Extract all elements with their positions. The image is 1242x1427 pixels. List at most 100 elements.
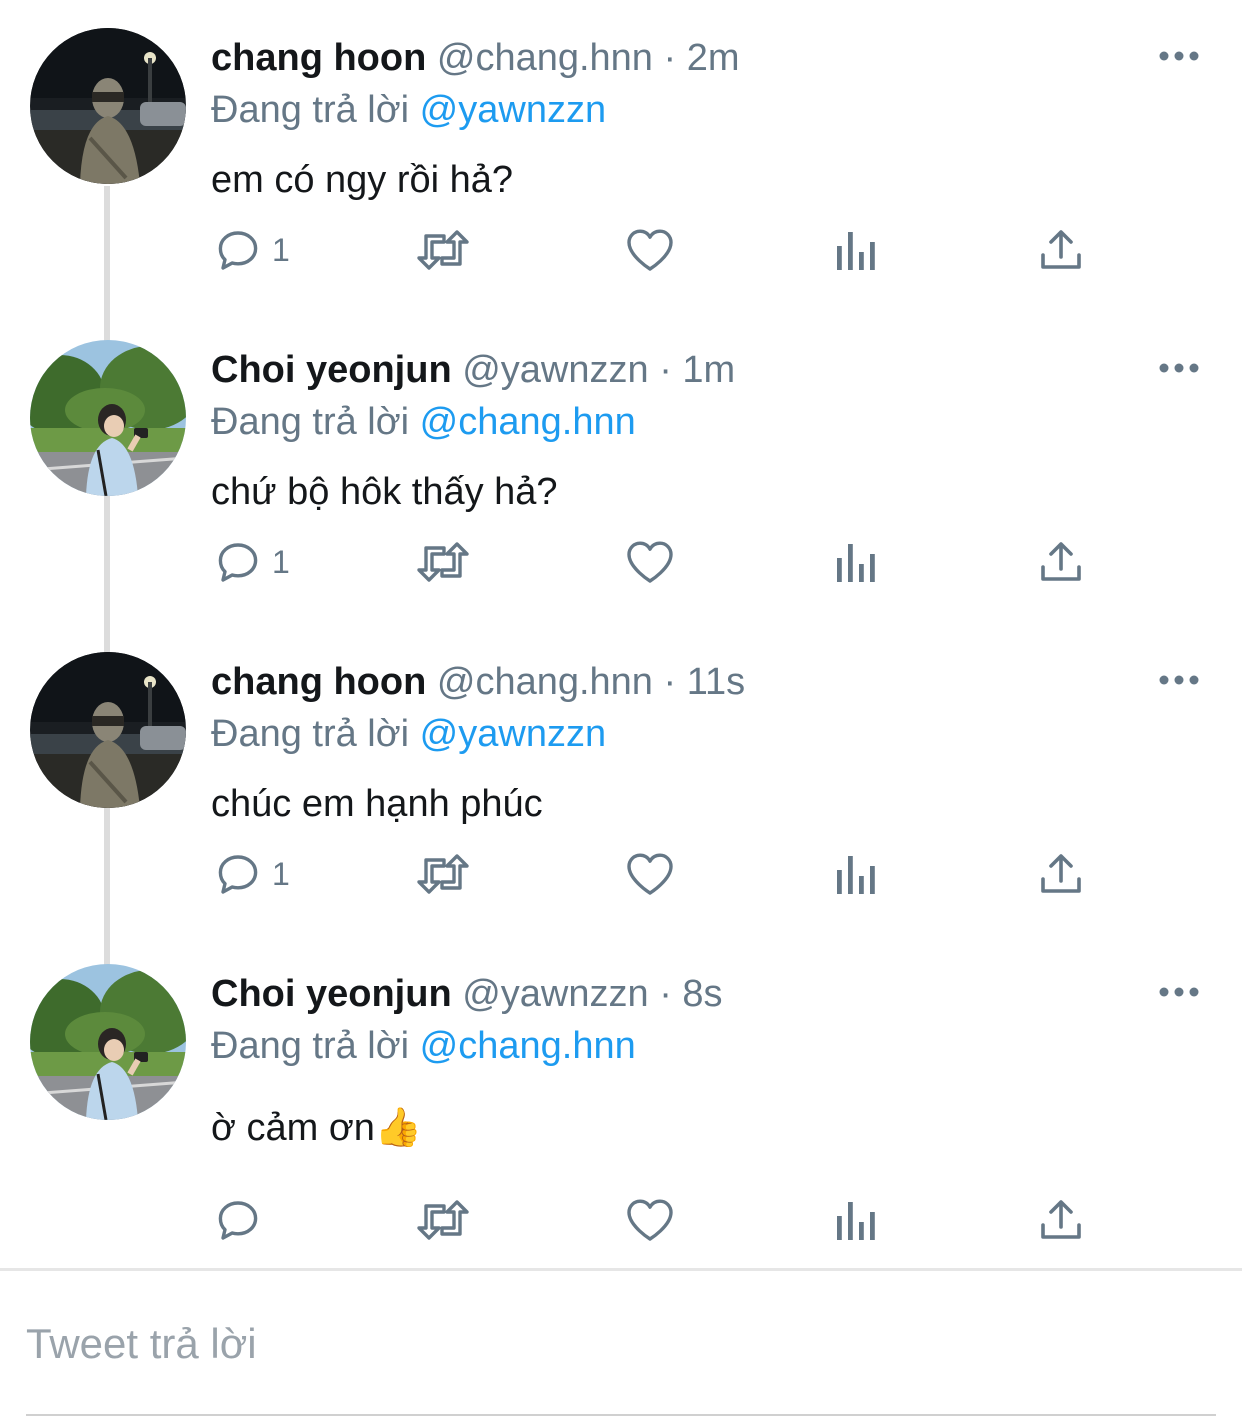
more-icon bbox=[1159, 51, 1199, 61]
share-button[interactable] bbox=[1038, 522, 1084, 602]
retweet-button[interactable] bbox=[414, 522, 472, 602]
tweet-header: chang hoon @chang.hnn · 11s bbox=[211, 654, 745, 710]
retweet-button[interactable] bbox=[414, 1180, 472, 1260]
more-button[interactable] bbox=[1152, 976, 1206, 1008]
retweet-icon bbox=[417, 542, 469, 582]
separator-dot: · bbox=[663, 37, 677, 79]
separator-dot: · bbox=[659, 973, 672, 1015]
analytics-button[interactable] bbox=[834, 522, 878, 602]
tweet-header: chang hoon @chang.hnn · 2m bbox=[211, 30, 740, 86]
reply-icon bbox=[218, 543, 258, 582]
author-handle[interactable]: @yawnzzn bbox=[462, 349, 648, 391]
author-handle[interactable]: @chang.hnn bbox=[437, 37, 653, 79]
analytics-icon bbox=[837, 1202, 875, 1240]
retweet-icon bbox=[417, 854, 469, 894]
reply-button[interactable]: 1 bbox=[214, 210, 290, 290]
author-name[interactable]: Choi yeonjun bbox=[211, 973, 452, 1015]
mention-link[interactable]: @yawnzzn bbox=[420, 713, 606, 755]
reply-count: 1 bbox=[272, 543, 290, 580]
retweet-button[interactable] bbox=[414, 210, 472, 290]
timestamp[interactable]: 1m bbox=[682, 349, 735, 391]
tweet[interactable]: Choi yeonjun @yawnzzn · 1m Đang trả lời … bbox=[0, 312, 1242, 624]
action-bar: 1 bbox=[0, 210, 1242, 290]
tweet[interactable]: chang hoon @chang.hnn · 2m Đang trả lời … bbox=[0, 0, 1242, 312]
compose-divider bbox=[0, 1268, 1242, 1271]
mention-link[interactable]: @chang.hnn bbox=[420, 1025, 636, 1067]
avatar[interactable] bbox=[30, 652, 186, 808]
mention-link[interactable]: @yawnzzn bbox=[420, 89, 606, 131]
reply-button[interactable] bbox=[214, 1180, 272, 1260]
retweet-icon bbox=[417, 1200, 469, 1240]
more-button[interactable] bbox=[1152, 40, 1206, 72]
separator-dot: · bbox=[663, 661, 677, 703]
reply-button[interactable]: 1 bbox=[214, 834, 290, 914]
tweet-text: ờ cảm ơn👍 bbox=[211, 1107, 423, 1149]
share-icon bbox=[1041, 1200, 1081, 1239]
analytics-button[interactable] bbox=[834, 834, 878, 914]
heart-icon bbox=[627, 853, 673, 895]
tweet-text: chúc em hạnh phúc bbox=[211, 783, 543, 825]
reply-count: 1 bbox=[272, 231, 290, 268]
replying-to-line: Đang trả lời @chang.hnn bbox=[211, 394, 636, 450]
retweet-button[interactable] bbox=[414, 834, 472, 914]
more-icon bbox=[1159, 987, 1199, 997]
tweet[interactable]: Choi yeonjun @yawnzzn · 8s Đang trả lời … bbox=[0, 936, 1242, 1248]
avatar[interactable] bbox=[30, 28, 186, 184]
compose-underline bbox=[26, 1414, 1216, 1416]
analytics-button[interactable] bbox=[834, 210, 878, 290]
share-button[interactable] bbox=[1038, 210, 1084, 290]
author-name[interactable]: Choi yeonjun bbox=[211, 349, 452, 391]
timestamp[interactable]: 11s bbox=[687, 661, 745, 703]
share-icon bbox=[1041, 230, 1081, 269]
like-button[interactable] bbox=[624, 834, 676, 914]
replying-label: Đang trả lời bbox=[211, 89, 410, 131]
reply-count: 1 bbox=[272, 855, 290, 892]
reply-compose-input[interactable]: Tweet trả lời bbox=[26, 1312, 257, 1376]
like-button[interactable] bbox=[624, 1180, 676, 1260]
author-name[interactable]: chang hoon bbox=[211, 661, 426, 703]
action-bar bbox=[0, 1180, 1242, 1260]
share-icon bbox=[1041, 542, 1081, 581]
share-button[interactable] bbox=[1038, 1180, 1084, 1260]
more-button[interactable] bbox=[1152, 664, 1206, 696]
like-button[interactable] bbox=[624, 210, 676, 290]
replying-to-line: Đang trả lời @yawnzzn bbox=[211, 706, 606, 762]
avatar[interactable] bbox=[30, 964, 186, 1120]
heart-icon bbox=[627, 541, 673, 583]
timestamp[interactable]: 2m bbox=[687, 37, 740, 79]
author-handle[interactable]: @yawnzzn bbox=[462, 973, 648, 1015]
heart-icon bbox=[627, 229, 673, 271]
tweet[interactable]: chang hoon @chang.hnn · 11s Đang trả lời… bbox=[0, 624, 1242, 936]
analytics-icon bbox=[837, 544, 875, 582]
action-bar: 1 bbox=[0, 834, 1242, 914]
reply-icon bbox=[218, 231, 258, 270]
tweet-header: Choi yeonjun @yawnzzn · 1m bbox=[211, 342, 735, 398]
heart-icon bbox=[627, 1199, 673, 1241]
replying-to-line: Đang trả lời @chang.hnn bbox=[211, 1018, 636, 1074]
reply-button[interactable]: 1 bbox=[214, 522, 290, 602]
reply-icon bbox=[218, 855, 258, 894]
tweet-header: Choi yeonjun @yawnzzn · 8s bbox=[211, 966, 723, 1022]
like-button[interactable] bbox=[624, 522, 676, 602]
mention-link[interactable]: @chang.hnn bbox=[420, 401, 636, 443]
author-handle[interactable]: @chang.hnn bbox=[437, 661, 653, 703]
separator-dot: · bbox=[659, 349, 672, 391]
timestamp[interactable]: 8s bbox=[682, 973, 722, 1015]
replying-label: Đang trả lời bbox=[211, 713, 410, 755]
more-button[interactable] bbox=[1152, 352, 1206, 384]
tweet-text: em có ngy rồi hả? bbox=[211, 159, 514, 201]
thread-view: chang hoon @chang.hnn · 2m Đang trả lời … bbox=[0, 0, 1242, 1427]
share-button[interactable] bbox=[1038, 834, 1084, 914]
share-icon bbox=[1041, 854, 1081, 893]
avatar[interactable] bbox=[30, 340, 186, 496]
analytics-button[interactable] bbox=[834, 1180, 878, 1260]
analytics-icon bbox=[837, 856, 875, 894]
author-name[interactable]: chang hoon bbox=[211, 37, 426, 79]
reply-icon bbox=[218, 1201, 258, 1240]
replying-to-line: Đang trả lời @yawnzzn bbox=[211, 82, 606, 138]
tweet-text: chứ bộ hôk thấy hả? bbox=[211, 471, 558, 513]
more-icon bbox=[1159, 675, 1199, 685]
replying-label: Đang trả lời bbox=[211, 1025, 410, 1067]
action-bar: 1 bbox=[0, 522, 1242, 602]
more-icon bbox=[1159, 363, 1199, 373]
